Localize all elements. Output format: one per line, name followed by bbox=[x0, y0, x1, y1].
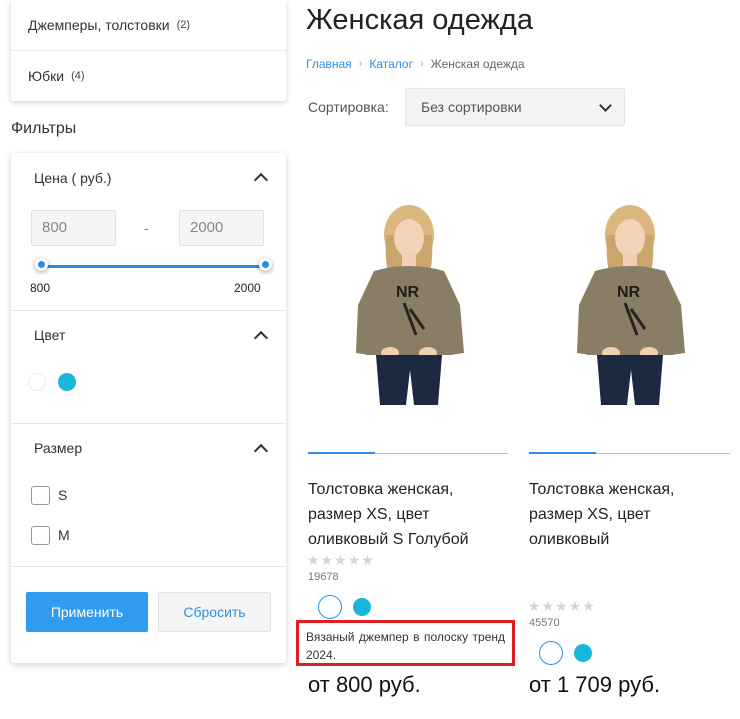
image-pager-segment[interactable] bbox=[308, 451, 375, 454]
size-checkbox-m[interactable] bbox=[31, 526, 50, 545]
product-card: Толстовка женская, размер XS, цвет оливк… bbox=[521, 0, 731, 719]
size-filter: Размер S M bbox=[11, 423, 286, 567]
color-option-blue[interactable] bbox=[574, 644, 592, 662]
category-count: (4) bbox=[71, 70, 85, 82]
price-max-input[interactable]: 2000 bbox=[179, 210, 264, 246]
image-pager-segment[interactable] bbox=[442, 451, 508, 454]
price-range-min-label: 800 bbox=[30, 281, 51, 295]
reset-filters-button[interactable]: Сбросить bbox=[158, 592, 271, 632]
product-image[interactable] bbox=[334, 205, 484, 405]
size-option-label: M bbox=[58, 527, 70, 543]
image-pager-segment[interactable] bbox=[529, 451, 596, 454]
product-code: 19678 bbox=[308, 571, 339, 583]
price-range-max-label: 2000 bbox=[234, 281, 261, 295]
product-code: 45570 bbox=[529, 617, 560, 629]
size-checkbox-s[interactable] bbox=[31, 486, 50, 505]
price-filter: Цена ( руб.) 800 - 2000 800 2000 bbox=[11, 153, 286, 310]
price-range-track[interactable] bbox=[42, 265, 264, 268]
filter-panel: Цена ( руб.) 800 - 2000 800 2000 Цвет Ра… bbox=[11, 153, 286, 663]
product-card: Толстовка женская, размер XS, цвет оливк… bbox=[300, 0, 510, 719]
price-slider-max-handle[interactable] bbox=[259, 258, 272, 271]
category-list: Джемперы, толстовки (2) Юбки (4) bbox=[11, 0, 286, 101]
image-pager-segment[interactable] bbox=[375, 451, 442, 454]
price-slider-min-handle[interactable] bbox=[35, 258, 48, 271]
product-price: от 1 709 руб. bbox=[529, 672, 661, 697]
product-description: Вязаный джемпер в полоску тренд 2024. bbox=[296, 620, 515, 666]
color-option-blue[interactable] bbox=[353, 598, 371, 616]
rating-stars: ★★★★★ bbox=[307, 552, 375, 568]
product-title[interactable]: Толстовка женская, размер XS, цвет оливк… bbox=[308, 477, 503, 552]
category-count: (2) bbox=[176, 19, 191, 31]
price-min-input[interactable]: 800 bbox=[31, 210, 116, 246]
image-pager bbox=[529, 451, 730, 454]
product-price: от 800 руб. bbox=[308, 672, 421, 697]
product-image[interactable] bbox=[555, 205, 705, 405]
image-pager-segment[interactable] bbox=[663, 451, 730, 454]
color-option-white-selected[interactable] bbox=[539, 641, 563, 665]
apply-filters-button[interactable]: Применить bbox=[26, 592, 148, 632]
rating-stars: ★★★★★ bbox=[528, 598, 596, 614]
color-swatch-blue[interactable] bbox=[58, 373, 76, 391]
chevron-up-icon[interactable] bbox=[253, 172, 269, 188]
image-pager bbox=[308, 451, 508, 454]
color-option-white-selected[interactable] bbox=[318, 595, 342, 619]
product-title[interactable]: Толстовка женская, размер XS, цвет оливк… bbox=[529, 477, 724, 552]
image-pager-segment[interactable] bbox=[596, 451, 663, 454]
color-filter-heading[interactable]: Цвет bbox=[34, 327, 65, 343]
category-label: Юбки bbox=[28, 68, 65, 84]
chevron-up-icon[interactable] bbox=[253, 443, 269, 459]
size-filter-heading[interactable]: Размер bbox=[34, 440, 82, 456]
price-range-separator: - bbox=[144, 220, 149, 236]
category-label: Джемперы, толстовки bbox=[28, 17, 170, 33]
category-item-jumpers[interactable]: Джемперы, толстовки (2) bbox=[11, 0, 286, 50]
chevron-up-icon[interactable] bbox=[253, 330, 269, 346]
category-item-skirts[interactable]: Юбки (4) bbox=[11, 50, 286, 101]
color-filter: Цвет bbox=[11, 310, 286, 424]
filters-title: Фильтры bbox=[11, 120, 77, 137]
size-option-label: S bbox=[58, 487, 68, 503]
price-filter-heading[interactable]: Цена ( руб.) bbox=[34, 170, 111, 186]
color-swatch-white[interactable] bbox=[28, 373, 46, 391]
